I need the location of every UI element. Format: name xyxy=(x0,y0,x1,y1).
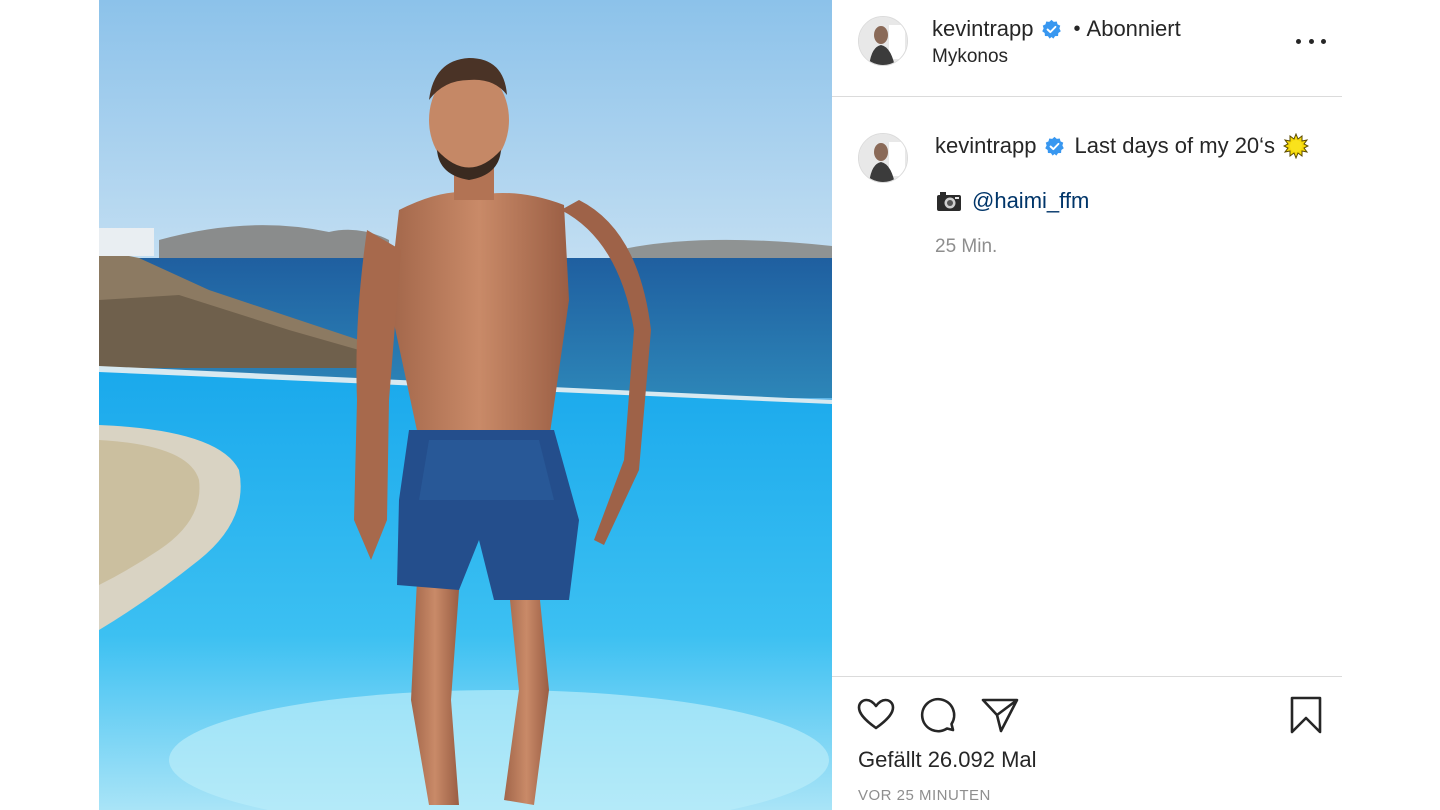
avatar-image xyxy=(859,17,907,65)
caption: kevintrapp Last days of my 20‘s xyxy=(935,132,1310,160)
photo-illustration xyxy=(99,0,832,810)
post-timestamp: VOR 25 MINUTEN xyxy=(858,787,991,804)
bookmark-icon[interactable] xyxy=(1286,695,1326,735)
header-username[interactable]: kevintrapp xyxy=(932,16,1034,42)
header-username-row: kevintrapp • Abonniert xyxy=(932,16,1181,42)
avatar[interactable] xyxy=(858,16,908,66)
avatar-image xyxy=(859,134,907,182)
verified-badge-icon xyxy=(1044,136,1065,157)
follow-status-button[interactable]: Abonniert xyxy=(1087,16,1181,42)
verified-badge-icon xyxy=(1041,19,1062,40)
heart-icon[interactable] xyxy=(856,695,896,735)
more-options-icon[interactable] xyxy=(1296,26,1326,56)
camera-emoji-icon xyxy=(936,190,962,212)
post-actions: Gefällt 26.092 Mal VOR 25 MINUTEN xyxy=(832,676,1342,810)
separator-dot: • xyxy=(1073,17,1081,40)
post-header: kevintrapp • Abonniert Mykonos xyxy=(832,0,1342,97)
post-details-panel: kevintrapp • Abonniert Mykonos kevintrap… xyxy=(832,0,1342,810)
location-link[interactable]: Mykonos xyxy=(932,46,1008,68)
caption-time: 25 Min. xyxy=(935,236,998,257)
caption-avatar[interactable] xyxy=(858,133,908,183)
comment-bubble-icon[interactable] xyxy=(918,695,958,735)
mention-link[interactable]: @haimi_ffm xyxy=(972,188,1089,214)
caption-username[interactable]: kevintrapp xyxy=(935,133,1037,159)
caption-text: Last days of my 20‘s xyxy=(1074,133,1276,158)
sun-emoji-icon xyxy=(1282,132,1310,160)
photo-credit: @haimi_ffm xyxy=(936,188,1089,214)
post-photo[interactable] xyxy=(99,0,832,810)
paper-plane-icon[interactable] xyxy=(980,695,1020,735)
likes-count[interactable]: Gefällt 26.092 Mal xyxy=(858,747,1037,773)
